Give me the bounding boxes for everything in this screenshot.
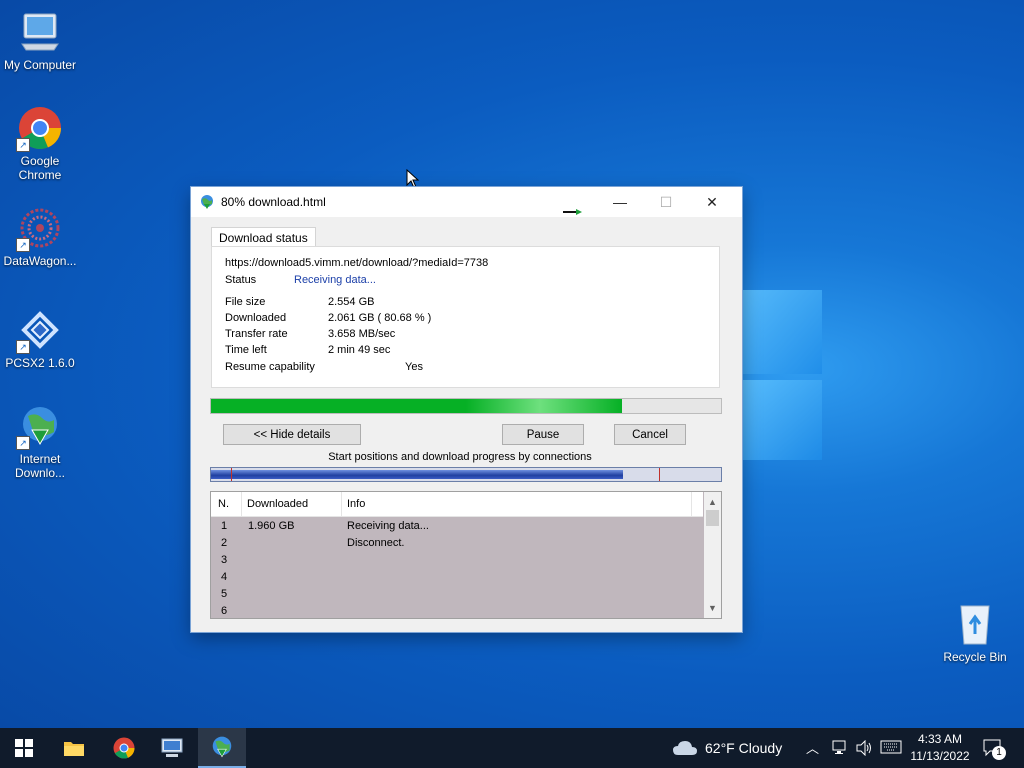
shortcut-arrow-icon: ↗	[16, 340, 30, 354]
notification-count-badge: 1	[992, 746, 1006, 760]
cloud-weather-icon[interactable]	[672, 738, 698, 761]
desktop-icon-label: Google Chrome	[18, 154, 62, 182]
table-row-n: 6	[221, 605, 228, 617]
file-size-label: File size	[225, 296, 266, 308]
recycle-bin-icon	[953, 602, 997, 646]
show-hidden-icons-chevron-icon[interactable]: ︿	[806, 738, 819, 757]
connections-caption: Start positions and download progress by…	[328, 451, 592, 463]
network-icon[interactable]	[830, 740, 848, 759]
connection-start-marker	[659, 468, 660, 481]
windows-start-icon	[15, 739, 33, 757]
time-left-value: 2 min 49 sec	[328, 344, 391, 356]
close-button[interactable]: ✕	[689, 187, 735, 217]
table-row-n: 5	[221, 588, 228, 600]
download-progress-fill	[211, 399, 623, 413]
time-left-label: Time left	[225, 344, 267, 356]
title-bar[interactable]: 80% download.html — ☐ ✕	[191, 187, 742, 217]
desktop-icon-label: Recycle Bin	[943, 650, 1007, 664]
pcsx2-icon: ↗	[16, 308, 62, 354]
download-status-panel: https://download5.vimm.net/download/?med…	[211, 246, 720, 388]
taskbar-chrome[interactable]	[100, 728, 148, 768]
activity-arrow-icon	[563, 204, 583, 215]
desktop-icon-pcsx2[interactable]: ↗ PCSX2 1.6.0	[0, 308, 80, 370]
table-row-n: 3	[221, 554, 228, 566]
idm-app-icon	[199, 194, 215, 210]
column-header-downloaded[interactable]: Downloaded	[247, 498, 308, 510]
downloaded-label: Downloaded	[225, 312, 287, 324]
pause-button[interactable]: Pause	[502, 424, 584, 445]
chrome-icon	[113, 737, 135, 759]
hide-details-button[interactable]: << Hide details	[223, 424, 361, 445]
status-value: Receiving data...	[294, 274, 376, 286]
folder-icon	[64, 742, 84, 756]
column-header-info[interactable]: Info	[347, 498, 365, 510]
desktop-icon-datawagon[interactable]: ↗ DataWagon...	[0, 206, 80, 268]
windows-logo-wallpaper	[742, 290, 822, 460]
downloaded-value: 2.061 GB ( 80.68 % )	[328, 312, 432, 324]
shortcut-arrow-icon: ↗	[16, 138, 30, 152]
desktop-icon-label: My Computer	[3, 58, 77, 72]
table-row-n: 2	[221, 537, 228, 549]
transfer-rate-label: Transfer rate	[225, 328, 288, 340]
keyboard-icon[interactable]	[880, 740, 902, 757]
volume-icon[interactable]	[855, 739, 873, 759]
desktop-icon-internet-download-manager[interactable]: ↗ Internet Downlo...	[0, 404, 80, 480]
table-header: N. Downloaded Info	[211, 492, 703, 517]
resume-capability-value: Yes	[405, 361, 423, 373]
start-button[interactable]	[0, 728, 48, 768]
chrome-icon: ↗	[16, 106, 62, 152]
scroll-thumb[interactable]	[706, 510, 719, 526]
minimize-button[interactable]: —	[597, 187, 643, 217]
tab-download-status[interactable]: Download status	[211, 227, 316, 248]
desktop-icon-recycle-bin[interactable]: Recycle Bin	[935, 602, 1015, 664]
connections-progress-fill	[211, 470, 623, 479]
download-progress-bar	[210, 398, 722, 414]
download-url: https://download5.vimm.net/download/?med…	[225, 257, 489, 269]
resume-capability-label: Resume capability	[225, 361, 315, 373]
column-header-n[interactable]: N.	[218, 498, 229, 510]
clock-time[interactable]: 4:33 AM	[912, 732, 968, 746]
idm-globe-icon: ↗	[16, 404, 62, 450]
idm-globe-icon	[212, 736, 232, 758]
shortcut-arrow-icon: ↗	[16, 238, 30, 252]
shortcut-arrow-icon: ↗	[16, 436, 30, 450]
scroll-up-icon[interactable]: ▲	[704, 494, 721, 510]
desktop-icon-label: DataWagon...	[3, 254, 77, 268]
desktop-icon-label: Internet Downlo...	[14, 452, 66, 480]
table-row-downloaded: 1.960 GB	[248, 520, 295, 532]
weather-text[interactable]: 62°F Cloudy	[705, 740, 782, 756]
taskbar-file-explorer[interactable]	[50, 728, 98, 768]
network-computer-icon	[161, 738, 183, 757]
connection-start-marker	[231, 468, 232, 481]
clock-date[interactable]: 11/13/2022	[906, 749, 974, 763]
table-row-n: 4	[221, 571, 228, 583]
download-progress-window: 80% download.html — ☐ ✕ Download status …	[191, 187, 742, 632]
cancel-button[interactable]: Cancel	[614, 424, 686, 445]
desktop-icon-label: PCSX2 1.6.0	[5, 356, 75, 370]
desktop-icon-chrome[interactable]: ↗ Google Chrome	[0, 106, 80, 182]
table-row-n: 1	[221, 520, 228, 532]
taskbar-network-app[interactable]	[148, 728, 196, 768]
connections-table[interactable]: N. Downloaded Info 1 1.960 GB Receiving …	[210, 491, 722, 619]
file-size-value: 2.554 GB	[328, 296, 375, 308]
maximize-button[interactable]: ☐	[643, 187, 689, 217]
table-row-info: Disconnect.	[347, 537, 405, 549]
connections-progress-bar	[210, 467, 722, 482]
taskbar-internet-download-manager[interactable]	[198, 728, 246, 768]
window-title: 80% download.html	[221, 195, 326, 209]
scroll-down-icon[interactable]: ▼	[704, 600, 721, 616]
datawagon-icon: ↗	[16, 206, 62, 252]
computer-icon	[18, 10, 62, 54]
transfer-rate-value: 3.658 MB/sec	[328, 328, 396, 340]
taskbar: 62°F Cloudy ︿ 4:33 AM 11/13/2022 1	[0, 728, 1024, 768]
desktop-icon-my-computer[interactable]: My Computer	[0, 10, 80, 72]
table-row-info: Receiving data...	[347, 520, 429, 532]
status-label: Status	[225, 274, 257, 286]
table-scrollbar[interactable]: ▲ ▼	[704, 492, 721, 618]
